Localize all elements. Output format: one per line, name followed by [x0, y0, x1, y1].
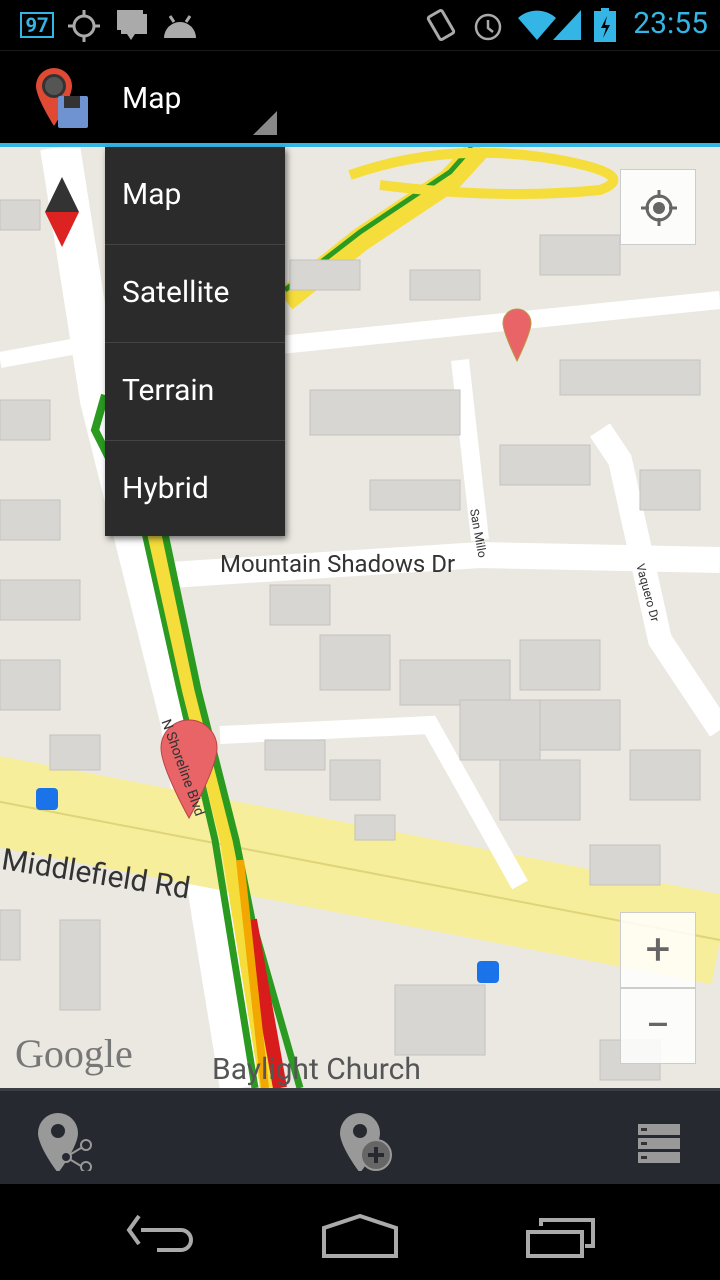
vibrate-icon [426, 8, 456, 42]
map-type-option-map[interactable]: Map [105, 147, 285, 245]
notification-badge: 97 [20, 12, 54, 38]
back-icon[interactable] [125, 1214, 195, 1258]
home-icon[interactable] [322, 1214, 398, 1258]
android-icon [164, 15, 196, 38]
zoom-in-button[interactable]: + [620, 912, 696, 988]
place-label: Baylight Church [212, 1052, 421, 1087]
add-location-icon[interactable] [338, 1111, 398, 1171]
map-marker [502, 308, 532, 363]
status-bar: 97 23:55 [0, 0, 720, 50]
app-logo-icon[interactable] [34, 66, 92, 131]
map-type-spinner[interactable]: Map [122, 81, 181, 116]
gps-icon [68, 10, 100, 42]
action-bar: Map [0, 50, 720, 143]
map-type-option-terrain[interactable]: Terrain [105, 343, 285, 441]
clock: 23:55 [633, 6, 708, 41]
spinner-arrow-icon[interactable] [253, 111, 277, 135]
map-type-dropdown: Map Satellite Terrain Hybrid [105, 147, 285, 536]
wifi-icon [518, 10, 556, 40]
map-type-option-satellite[interactable]: Satellite [105, 245, 285, 343]
bottom-action-bar [0, 1088, 720, 1184]
bus-stop-icon [36, 788, 58, 810]
zoom-out-button[interactable]: − [620, 988, 696, 1064]
google-logo: Google [15, 1031, 133, 1076]
my-location-button[interactable] [620, 169, 696, 245]
compass-icon[interactable] [45, 177, 79, 247]
map-type-option-hybrid[interactable]: Hybrid [105, 441, 285, 539]
share-location-icon[interactable] [36, 1111, 96, 1171]
list-icon[interactable] [638, 1124, 682, 1164]
my-location-icon [641, 190, 677, 226]
signal-icon [553, 10, 581, 40]
navigation-bar [0, 1184, 720, 1280]
bus-stop-icon [477, 961, 499, 983]
street-label: Mountain Shadows Dr [220, 550, 456, 578]
recent-apps-icon[interactable] [525, 1216, 597, 1258]
chat-icon [117, 10, 147, 40]
battery-charging-icon [594, 8, 616, 42]
alarm-icon [474, 13, 502, 41]
